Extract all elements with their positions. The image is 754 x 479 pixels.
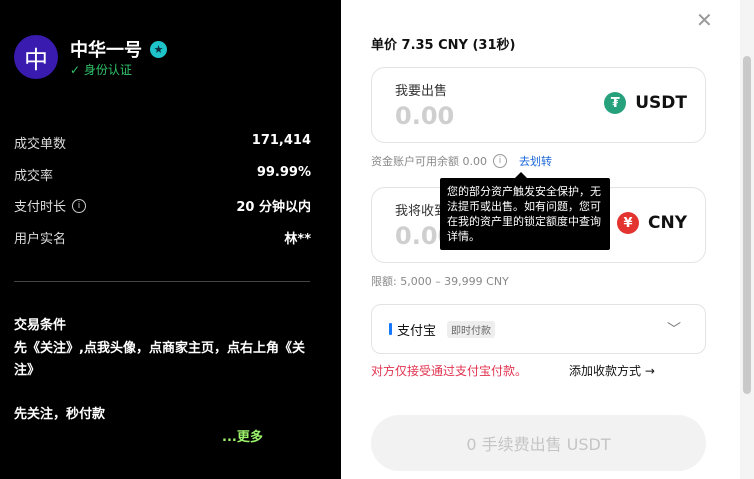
- stat-value: 林**: [284, 232, 311, 247]
- merchant-name-row: 中华一号 ★: [70, 36, 167, 62]
- merchant-panel: 中 中华一号 ★ ✓ 身份认证 成交单数 171,414 成交率 99.99% …: [0, 0, 341, 479]
- stat-row: 用户实名 林**: [14, 228, 311, 247]
- divider: [14, 281, 310, 282]
- usdt-coin-icon: ₮: [604, 92, 627, 114]
- receive-currency-label: CNY: [647, 213, 687, 233]
- stat-value: 20 分钟以内: [236, 200, 311, 215]
- receive-currency: ¥ CNY: [616, 212, 687, 234]
- add-payment-link[interactable]: 添加收款方式 →: [569, 362, 655, 379]
- stat-value: 99.99%: [256, 165, 311, 180]
- stat-row: 成交率 99.99%: [14, 165, 311, 184]
- stat-label: 支付时长: [14, 200, 67, 215]
- sell-button[interactable]: 0 手续费出售 USDT: [371, 415, 706, 471]
- info-icon[interactable]: i: [72, 198, 87, 213]
- scrollbar[interactable]: [740, 0, 754, 479]
- stat-label: 用户实名: [14, 232, 67, 247]
- close-icon[interactable]: ✕: [696, 10, 716, 30]
- sell-amount-input[interactable]: 0.00: [395, 102, 454, 130]
- avatar-initial: 中: [24, 45, 48, 74]
- cny-coin-icon: ¥: [616, 212, 639, 234]
- info-icon[interactable]: i: [493, 154, 507, 168]
- stat-label: 成交率: [14, 169, 54, 184]
- verified-label-row: ✓ 身份认证: [70, 61, 132, 78]
- payment-color-bar: [389, 323, 392, 335]
- merchant-name[interactable]: 中华一号: [70, 36, 142, 62]
- chevron-down-icon[interactable]: ﹀: [667, 319, 681, 339]
- stat-value: 171,414: [251, 133, 311, 148]
- terms-title: 交易条件: [14, 318, 67, 333]
- balance-row: 资金账户可用余额 0.00 i 去划转: [371, 153, 552, 169]
- payment-name: 支付宝: [397, 324, 437, 339]
- balance-text: 资金账户可用余额 0.00: [371, 155, 487, 168]
- unit-price: 单价 7.35 CNY (31秒): [371, 38, 516, 53]
- stat-row: 成交单数 171,414: [14, 133, 311, 152]
- order-panel: ✕ 单价 7.35 CNY (31秒) 我要出售 0.00 ₮ USDT 资金账…: [341, 0, 754, 479]
- scrollbar-thumb[interactable]: [743, 56, 751, 394]
- star-badge-icon: ★: [150, 40, 167, 58]
- sell-amount-box[interactable]: 我要出售 0.00 ₮ USDT: [371, 67, 706, 143]
- more-link[interactable]: ...更多: [222, 426, 263, 445]
- security-tooltip: 您的部分资产触发安全保护，无法提币或出售。如有问题，您可在我的资产里的锁定额度中…: [440, 172, 610, 250]
- sell-box-title: 我要出售: [395, 84, 448, 99]
- terms-text: 先《关注》,点我头像，点商家主页，点右上角《关注》: [14, 341, 305, 378]
- sell-currency: ₮ USDT: [604, 92, 687, 114]
- verified-label: 身份认证: [83, 63, 132, 77]
- stat-row: 支付时长 i 20 分钟以内: [14, 196, 311, 215]
- limit-text: 限额: 5,000 – 39,999 CNY: [371, 275, 509, 288]
- transfer-link[interactable]: 去划转: [519, 153, 552, 169]
- payment-method-select[interactable]: 支付宝 即时付款 ﹀: [371, 304, 706, 354]
- avatar[interactable]: 中: [14, 35, 58, 79]
- stat-label: 成交单数: [14, 137, 67, 152]
- payment-tag: 即时付款: [447, 321, 495, 338]
- payment-warning: 对方仅接受通过支付宝付款。: [371, 364, 528, 378]
- sell-currency-label: USDT: [635, 93, 687, 113]
- stat-label-with-info: 支付时长 i: [14, 196, 87, 215]
- terms-text-2: 先关注，秒付款: [14, 407, 106, 422]
- check-icon: ✓: [70, 63, 81, 77]
